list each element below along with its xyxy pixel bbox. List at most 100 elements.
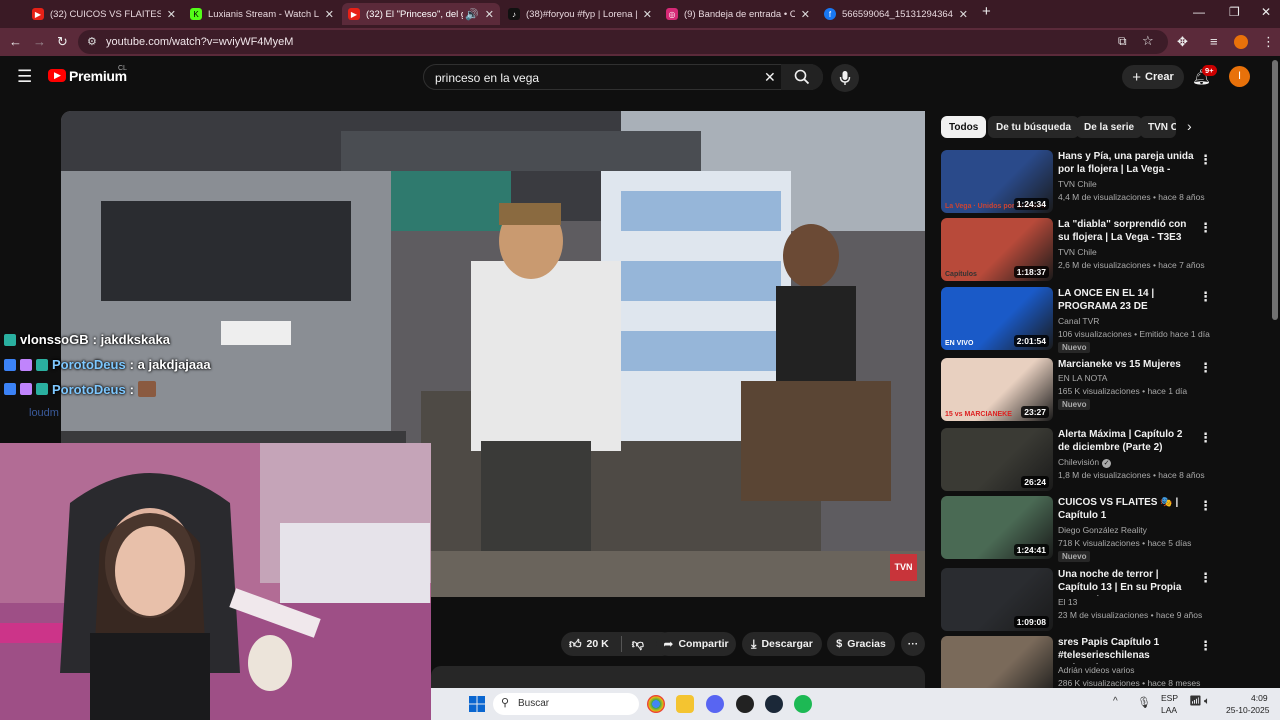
create-button[interactable]: + Crear — [1122, 65, 1184, 89]
channel-name[interactable]: Chilevisión ✓ — [1058, 457, 1112, 468]
profile-avatar-icon[interactable] — [1234, 35, 1248, 49]
steam-icon[interactable] — [765, 695, 783, 713]
forward-arrow-icon[interactable]: → — [33, 34, 46, 49]
video-thumbnail[interactable]: 1:09:08 — [941, 568, 1053, 631]
channel-name[interactable]: Adrián videos varios — [1058, 665, 1135, 675]
more-vertical-icon[interactable]: ⋮ — [1199, 430, 1212, 446]
video-title[interactable]: La "diabla" sorprendió con su flojera | … — [1058, 218, 1196, 244]
chip-todos[interactable]: Todos — [941, 116, 987, 138]
recommendation-card[interactable]: Capítulos 1:18:37 La "diabla" sorprendió c… — [941, 218, 1212, 282]
search-button[interactable] — [781, 64, 823, 90]
language-code[interactable]: ESP — [1161, 693, 1178, 703]
browser-tab-3-active[interactable]: ▶ (32) El "Princeso", del gimna 🔊 ✕ — [342, 3, 500, 25]
browser-tab-1[interactable]: ▶ (32) CUICOS VS FLAITES 🎭 | Ca ✕ — [26, 3, 182, 25]
more-vertical-icon[interactable]: ⋮ — [1199, 498, 1212, 514]
video-thumbnail[interactable]: 26:24 — [941, 428, 1053, 491]
hamburger-menu-icon[interactable]: ☰ — [17, 67, 32, 87]
video-title[interactable]: sres Papis Capítulo 1 #teleserieschilena… — [1058, 636, 1196, 664]
obs-icon[interactable] — [736, 695, 754, 713]
close-window-icon[interactable]: ✕ — [1261, 5, 1271, 19]
video-title[interactable]: CUICOS VS FLAITES 🎭 | Capítulo 1 — [1058, 496, 1196, 522]
download-button[interactable]: ⤓ Descargar — [742, 632, 822, 656]
like-thumb-icon[interactable]: 👍︎ — [569, 637, 582, 652]
browser-tab-4[interactable]: ♪ (38)#foryou #fyp | Lorena | TikT ✕ — [502, 3, 658, 25]
youtube-logo-icon[interactable]: ▶ — [48, 69, 66, 82]
video-title[interactable]: Alerta Máxima | Capítulo 2 de diciembre … — [1058, 428, 1196, 454]
description-box[interactable] — [431, 666, 925, 688]
clear-search-icon[interactable]: ✕ — [764, 69, 776, 86]
search-query-text[interactable]: princeso en la vega — [435, 71, 539, 85]
dislike-thumb-icon[interactable]: 👎︎ — [632, 637, 644, 652]
recommendation-card[interactable]: 26:24 Alerta Máxima | Capítulo 2 de dicie… — [941, 428, 1212, 492]
voice-search-button[interactable] — [831, 64, 859, 92]
close-tab-icon[interactable]: ✕ — [959, 8, 968, 21]
more-vertical-icon[interactable]: ⋮ — [1199, 152, 1212, 168]
taskbar-search-box[interactable]: ⚲ Buscar — [493, 693, 639, 715]
browser-tab-5[interactable]: ◎ (9) Bandeja de entrada • Chats ✕ — [660, 3, 816, 25]
keyboard-layout[interactable]: LAA — [1161, 705, 1177, 715]
share-button[interactable]: ➦ Compartir — [656, 632, 736, 656]
recommendation-card[interactable]: EN VIVO 2:01:54 LA ONCE EN EL 14 | PROGRAM… — [941, 287, 1212, 353]
chip-de-tu-busqueda[interactable]: De tu búsqueda — [988, 116, 1080, 138]
file-explorer-icon[interactable] — [676, 695, 694, 713]
address-bar[interactable]: ⚙ youtube.com/watch?v=wviyWF4MyeM ⧉ ☆ — [78, 30, 1168, 54]
video-thumbnail[interactable]: La Vega · Unidos por la flojera 1:24:34 — [941, 150, 1053, 213]
like-count[interactable]: 20 K — [587, 638, 609, 650]
browser-tab-6[interactable]: f 566599064_151312943649545 ✕ — [818, 3, 974, 25]
more-vertical-icon[interactable]: ⋮ — [1199, 360, 1212, 376]
video-thumbnail[interactable]: 15 vs MARCIANEKE 23:27 — [941, 358, 1053, 421]
recommendation-card[interactable]: 1:24:41 CUICOS VS FLAITES 🎭 | Capítulo 1 D… — [941, 496, 1212, 562]
video-thumbnail[interactable]: 1:24:41 — [941, 496, 1053, 559]
chrome-menu-icon[interactable]: ⋮ — [1262, 34, 1275, 50]
close-tab-icon[interactable]: ✕ — [643, 8, 652, 21]
video-thumbnail[interactable]: Capítulos 1:18:37 — [941, 218, 1053, 281]
url-text[interactable]: youtube.com/watch?v=wviyWF4MyeM — [106, 36, 293, 48]
close-tab-icon[interactable]: ✕ — [325, 8, 334, 21]
chrome-taskbar-icon[interactable] — [647, 695, 665, 713]
more-vertical-icon[interactable]: ⋮ — [1199, 220, 1212, 236]
video-thumbnail[interactable]: EN VIVO 2:01:54 — [941, 287, 1053, 350]
close-tab-icon[interactable]: ✕ — [801, 8, 810, 21]
reload-icon[interactable]: ↻ — [57, 34, 68, 50]
volume-icon[interactable]: 🔈︎ — [1204, 696, 1210, 707]
clock-time[interactable]: 4:09 — [1251, 693, 1268, 703]
recommendation-card[interactable]: 15 vs MARCIANEKE 23:27 Marcianeke vs 15 Mu… — [941, 358, 1212, 422]
install-app-icon[interactable]: ⧉ — [1118, 34, 1127, 49]
account-avatar[interactable]: I — [1229, 66, 1250, 87]
tray-overflow-chevron-icon[interactable]: ^ — [1113, 696, 1118, 707]
video-title[interactable]: Marcianeke vs 15 Mujeres — [1058, 358, 1196, 371]
page-scrollbar-thumb[interactable] — [1272, 60, 1278, 320]
restore-icon[interactable]: ❐ — [1229, 5, 1240, 19]
media-controls-icon[interactable]: ≡ — [1210, 34, 1218, 49]
chip-de-la-serie[interactable]: De la serie — [1076, 116, 1143, 138]
recommendation-card[interactable]: 1:09:08 Una noche de terror | Capítulo 13… — [941, 568, 1212, 632]
close-tab-icon[interactable]: ✕ — [485, 8, 494, 21]
spotify-icon[interactable] — [794, 695, 812, 713]
bookmark-star-icon[interactable]: ☆ — [1142, 33, 1154, 49]
more-vertical-icon[interactable]: ⋮ — [1199, 289, 1212, 305]
channel-name[interactable]: Canal TVR — [1058, 316, 1099, 326]
chip-tvn[interactable]: TVN C — [1140, 116, 1176, 138]
minimize-icon[interactable]: — — [1193, 5, 1205, 19]
channel-name[interactable]: El 13 — [1058, 597, 1077, 607]
video-title[interactable]: Hans y Pía, una pareja unida por la floj… — [1058, 150, 1196, 178]
site-info-icon[interactable]: ⚙ — [87, 35, 97, 48]
more-vertical-icon[interactable]: ⋮ — [1199, 570, 1212, 586]
speaker-icon[interactable]: 🔊 — [465, 8, 479, 21]
back-arrow-icon[interactable]: ← — [9, 34, 22, 49]
channel-name[interactable]: TVN Chile — [1058, 179, 1097, 189]
clock-date[interactable]: 25-10-2025 — [1226, 705, 1269, 715]
discord-icon[interactable] — [706, 695, 724, 713]
chips-next-chevron-icon[interactable]: › — [1187, 118, 1192, 134]
more-actions-button[interactable]: ··· — [901, 632, 925, 656]
video-title[interactable]: LA ONCE EN EL 14 | PROGRAMA 23 DE OCTUBR… — [1058, 287, 1196, 315]
channel-name[interactable]: Diego González Reality — [1058, 525, 1147, 535]
browser-tab-2[interactable]: K Luxianis Stream - Watch Live on ✕ — [184, 3, 340, 25]
tray-microphone-icon[interactable]: 🎙︎ — [1137, 696, 1151, 709]
thanks-button[interactable]: $ Gracias — [827, 632, 895, 656]
channel-name[interactable]: EN LA NOTA — [1058, 373, 1107, 383]
channel-name[interactable]: TVN Chile — [1058, 247, 1097, 257]
new-tab-button[interactable]: + — [982, 3, 991, 20]
close-tab-icon[interactable]: ✕ — [167, 8, 176, 21]
more-vertical-icon[interactable]: ⋮ — [1199, 638, 1212, 654]
